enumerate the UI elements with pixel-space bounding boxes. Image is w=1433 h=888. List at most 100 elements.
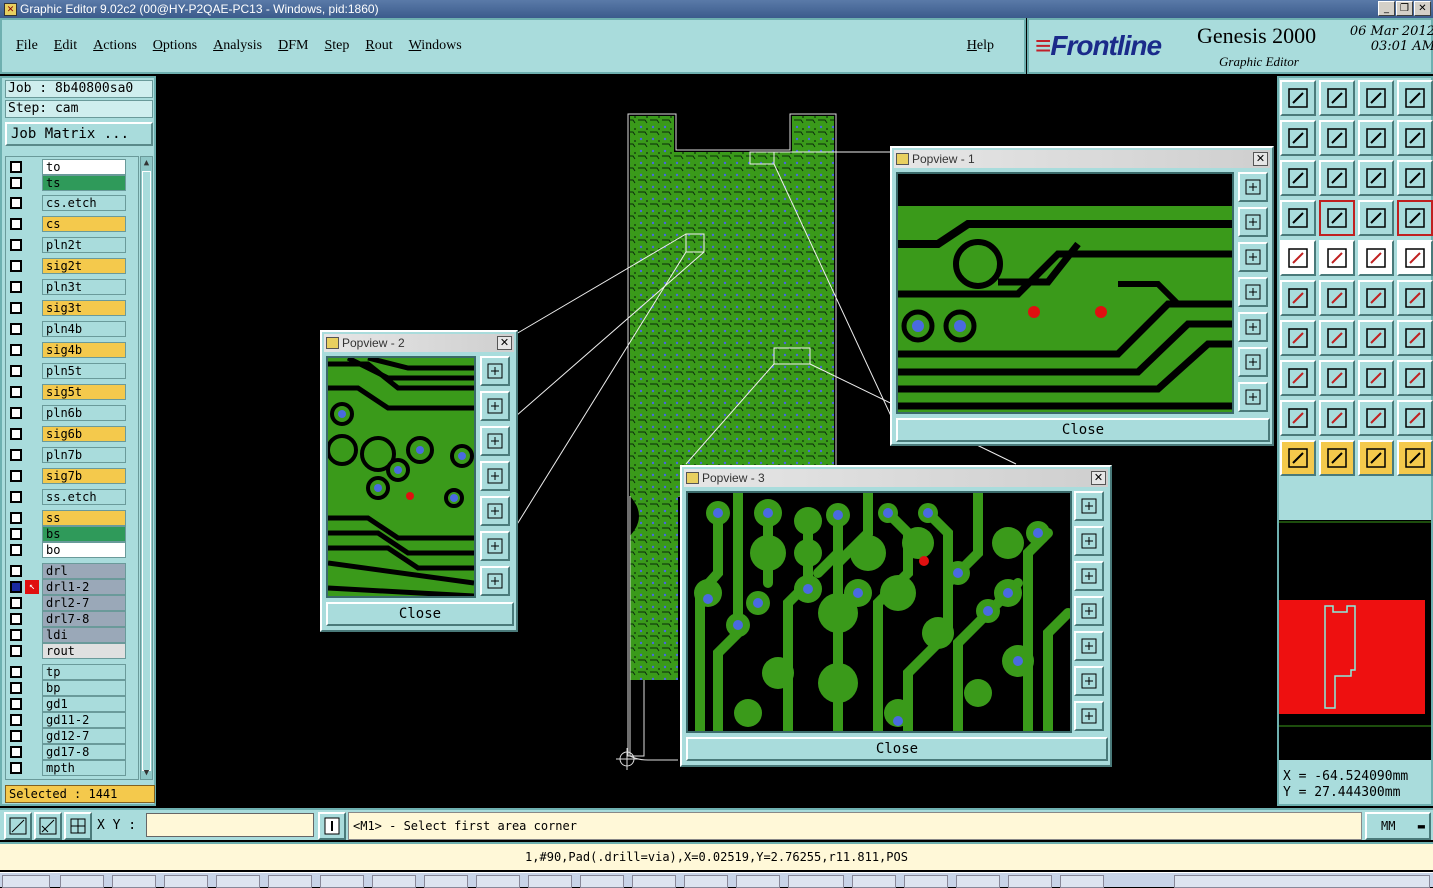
layer-checkbox[interactable] [10,682,22,694]
flip-icon[interactable] [1358,120,1394,156]
popview-1-image[interactable] [896,172,1234,414]
popview-1-window[interactable]: Popview - 1 ✕ Close [890,146,1274,446]
layer-row-drl2-7[interactable]: drl2-7 [8,595,138,611]
layer-row-tp[interactable]: tp [8,664,138,680]
taskbar-item[interactable] [1008,875,1052,888]
popview-2-window[interactable]: Popview - 2 ✕ Close [320,330,518,632]
select-box-icon[interactable] [1319,440,1355,476]
layer-name[interactable]: drl2-7 [42,595,126,611]
layer-name[interactable]: ldi [42,627,126,643]
layer-row-sig5t[interactable]: sig5t [8,384,138,400]
pan-icon[interactable] [1074,701,1104,731]
restore-button[interactable]: ❐ [1396,1,1413,16]
ruler-icon[interactable] [1358,240,1394,276]
layer-row-sig2t[interactable]: sig2t [8,258,138,274]
layer-row-pln7b[interactable]: pln7b [8,447,138,463]
triangle-icon[interactable] [1280,400,1316,436]
job-matrix-button[interactable]: Job Matrix ... [5,122,153,146]
menu-analysis[interactable]: Analysis [213,38,262,54]
popview-1-title-bar[interactable]: Popview - 1 ✕ [894,150,1270,168]
taskbar-item[interactable] [424,875,468,888]
snap-icon[interactable] [1397,240,1433,276]
layer-checkbox[interactable] [10,629,22,641]
layer-checkbox[interactable] [10,730,22,742]
layer-name[interactable]: bs [42,526,126,542]
pan-right-icon[interactable] [1074,631,1104,661]
taskbar-item[interactable] [852,875,896,888]
layer-name[interactable]: sig2t [42,258,126,274]
popview-2-close-icon[interactable]: ✕ [497,336,512,350]
layer-row-pln6b[interactable]: pln6b [8,405,138,421]
layer-checkbox[interactable] [10,161,22,173]
layer-name[interactable]: pln7b [42,447,126,463]
previous-icon[interactable] [1280,120,1316,156]
menu-help[interactable]: Help [967,38,994,54]
start-button[interactable] [2,875,50,888]
query-icon[interactable] [1397,160,1433,196]
menu-edit[interactable]: Edit [54,38,77,54]
layer-name[interactable]: pln6b [42,405,126,421]
arc-icon[interactable] [1358,320,1394,356]
layer-row-sig6b[interactable]: sig6b [8,426,138,442]
layer-row-bp[interactable]: bp [8,680,138,696]
open-step-icon[interactable] [1280,80,1316,116]
layer-checkbox[interactable] [10,365,22,377]
layer-name[interactable]: pln4b [42,321,126,337]
slope-icon[interactable] [1280,320,1316,356]
zoom-out-icon[interactable] [1238,242,1268,272]
pan-icon[interactable] [1238,382,1268,412]
zoom-fit-icon[interactable] [480,531,510,561]
layer-name[interactable]: sig5t [42,384,126,400]
layer-row-cs[interactable]: cs [8,216,138,232]
line-icon[interactable] [1319,240,1355,276]
zoom-fit-icon[interactable] [1074,666,1104,696]
one-to-one-icon[interactable] [1358,160,1394,196]
info-icon[interactable] [318,812,346,840]
split-icon[interactable] [1319,360,1355,396]
next-icon[interactable] [1319,120,1355,156]
layer-row-gd12-7[interactable]: gd12-7 [8,728,138,744]
layer-row-mpth[interactable]: mpth [8,760,138,776]
layer-checkbox[interactable] [10,597,22,609]
zoom-out-icon[interactable] [1074,561,1104,591]
layer-row-ss.etch[interactable]: ss.etch [8,489,138,505]
tools-icon[interactable] [1280,200,1316,236]
select-arrow-icon[interactable] [1280,440,1316,476]
taskbar-item[interactable] [1060,875,1104,888]
layer-name[interactable]: pln2t [42,237,126,253]
layer-name[interactable]: tp [42,664,126,680]
layer-name[interactable]: cs [42,216,126,232]
taskbar-item[interactable] [528,875,572,888]
units-select[interactable]: MM ▬ [1365,812,1431,840]
layer-checkbox[interactable] [10,344,22,356]
layer-checkbox[interactable] [10,302,22,314]
scroll-thumb[interactable] [142,171,151,771]
layer-row-pln4b[interactable]: pln4b [8,321,138,337]
minimize-button[interactable]: _ [1378,1,1395,16]
add-pad-icon[interactable] [1280,240,1316,276]
zoom-out-icon[interactable] [480,426,510,456]
zoom-in-icon[interactable] [1074,526,1104,556]
scroll-up-icon[interactable]: ▲ [141,157,152,169]
scroll-down-icon[interactable]: ▼ [141,767,152,779]
layer-row-pln2t[interactable]: pln2t [8,237,138,253]
layer-row-pln3t[interactable]: pln3t [8,279,138,295]
zoom-fit-icon[interactable] [1238,347,1268,377]
zoom-home-icon[interactable] [1074,491,1104,521]
taskbar-item[interactable] [164,875,208,888]
layer-name[interactable]: gd17-8 [42,744,126,760]
layer-checkbox[interactable] [10,565,22,577]
popview-2-title-bar[interactable]: Popview - 2 ✕ [324,334,514,352]
popview-3-close-button[interactable]: Close [686,737,1108,761]
system-tray[interactable] [1174,875,1430,888]
pan-right-icon[interactable] [480,496,510,526]
layer-checkbox[interactable] [10,698,22,710]
layer-checkbox[interactable] [10,449,22,461]
layer-row-drl7-8[interactable]: drl7-8 [8,611,138,627]
fiducial-icon[interactable] [1397,320,1433,356]
layer-row-gd1[interactable]: gd1 [8,696,138,712]
layer-checkbox[interactable] [10,218,22,230]
layer-checkbox[interactable] [10,470,22,482]
layer-name[interactable]: mpth [42,760,126,776]
layer-checkbox[interactable] [10,544,22,556]
